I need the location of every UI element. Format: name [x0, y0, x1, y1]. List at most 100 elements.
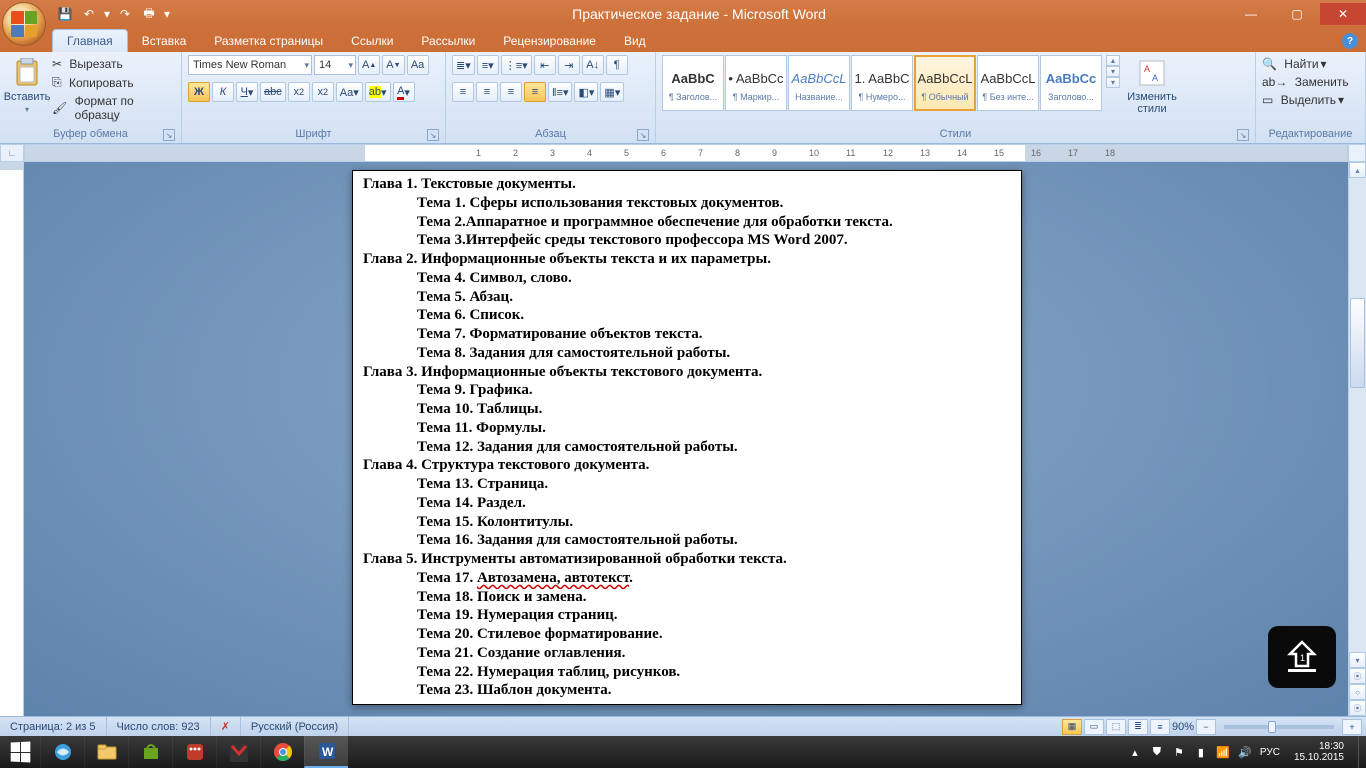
tab-view[interactable]: Вид [610, 30, 660, 52]
line-spacing-button[interactable]: ‖≡▾ [548, 82, 572, 102]
undo-icon[interactable]: ↶ [80, 5, 98, 23]
zoom-level[interactable]: 90% [1172, 721, 1194, 733]
shading-button[interactable]: ◧▾ [574, 82, 598, 102]
ruler-toggle[interactable] [1348, 144, 1366, 162]
quick-print-icon[interactable]: 🖶 [140, 5, 158, 23]
format-painter-button[interactable]: 🖌 Формат по образцу [52, 94, 175, 122]
select-button[interactable]: ▭ Выделить▾ [1262, 93, 1344, 107]
tray-shield-icon[interactable]: ⛊ [1150, 745, 1164, 759]
next-page-button[interactable]: ⦿ [1349, 700, 1366, 716]
taskbar-explorer[interactable] [84, 736, 128, 768]
align-center-button[interactable]: ≡ [476, 82, 498, 102]
view-outline[interactable]: ≣ [1128, 719, 1148, 735]
align-left-button[interactable]: ≡ [452, 82, 474, 102]
bullets-button[interactable]: ≣▾ [452, 55, 475, 75]
shrink-font-button[interactable]: A▼ [382, 55, 404, 75]
italic-button[interactable]: К [212, 82, 234, 102]
style-item-1[interactable]: • AaBbCc¶ Маркир... [725, 55, 787, 111]
style-item-0[interactable]: AaBbC¶ Заголов... [662, 55, 724, 111]
document-page[interactable]: Глава 1. Текстовые документы.Тема 1. Сфе… [352, 170, 1022, 705]
view-full-screen[interactable]: ▭ [1084, 719, 1104, 735]
zoom-out-button[interactable]: − [1196, 719, 1216, 735]
view-draft[interactable]: ≡ [1150, 719, 1170, 735]
justify-button[interactable]: ≡ [524, 82, 546, 102]
underline-button[interactable]: Ч▾ [236, 82, 258, 102]
tray-network-icon[interactable]: 📶 [1216, 745, 1230, 759]
superscript-button[interactable]: x2 [312, 82, 334, 102]
view-print-layout[interactable]: ▦ [1062, 719, 1082, 735]
tray-chevron-icon[interactable]: ▴ [1128, 745, 1142, 759]
status-proofing[interactable]: ✗ [211, 717, 241, 736]
tab-selector[interactable]: ∟ [0, 144, 24, 162]
document-text[interactable]: Глава 1. Текстовые документы.Тема 1. Сфе… [352, 170, 1022, 705]
status-word-count[interactable]: Число слов: 923 [107, 717, 211, 736]
taskbar-chrome[interactable] [260, 736, 304, 768]
font-size-combo[interactable]: 14 [314, 55, 356, 75]
scroll-down-button[interactable]: ▾ [1349, 652, 1366, 668]
zoom-in-button[interactable]: + [1342, 719, 1362, 735]
scroll-up-button[interactable]: ▴ [1349, 162, 1366, 178]
font-dialog-launcher[interactable]: ↘ [427, 129, 439, 141]
clear-formatting-button[interactable]: Aa [407, 55, 429, 75]
grow-font-button[interactable]: A▲ [358, 55, 380, 75]
help-icon[interactable]: ? [1342, 33, 1358, 49]
replace-button[interactable]: ab→ Заменить [1262, 75, 1349, 89]
browse-object-button[interactable]: ○ [1349, 684, 1366, 700]
maximize-button[interactable]: ▢ [1274, 3, 1320, 25]
zoom-thumb[interactable] [1268, 721, 1276, 733]
zoom-slider[interactable] [1224, 725, 1334, 729]
redo-icon[interactable]: ↷ [116, 5, 134, 23]
copy-button[interactable]: ⎘ Копировать [52, 75, 175, 90]
taskbar-app-pdf[interactable] [216, 736, 260, 768]
vertical-scrollbar[interactable]: ▴ ▾ ⦿ ○ ⦿ [1348, 162, 1366, 716]
upload-overlay-icon[interactable]: 1 [1268, 626, 1336, 688]
styles-dialog-launcher[interactable]: ↘ [1237, 129, 1249, 141]
tray-language[interactable]: РУС [1260, 747, 1280, 758]
tray-battery-icon[interactable]: ▮ [1194, 745, 1208, 759]
tab-mailings[interactable]: Рассылки [407, 30, 489, 52]
tab-page-layout[interactable]: Разметка страницы [200, 30, 337, 52]
taskbar-ie[interactable] [40, 736, 84, 768]
clipboard-dialog-launcher[interactable]: ↘ [163, 129, 175, 141]
document-viewport[interactable]: Глава 1. Текстовые документы.Тема 1. Сфе… [24, 162, 1348, 716]
vertical-ruler[interactable] [0, 162, 24, 716]
subscript-button[interactable]: x2 [288, 82, 310, 102]
prev-page-button[interactable]: ⦿ [1349, 668, 1366, 684]
styles-gallery-scroll[interactable]: ▴▾▾ [1106, 55, 1120, 88]
office-button[interactable] [2, 2, 46, 46]
borders-button[interactable]: ▦▾ [600, 82, 624, 102]
decrease-indent-button[interactable]: ⇤ [534, 55, 556, 75]
tray-flag-icon[interactable]: ⚑ [1172, 745, 1186, 759]
start-button[interactable] [0, 736, 40, 768]
status-language[interactable]: Русский (Россия) [241, 717, 349, 736]
align-right-button[interactable]: ≡ [500, 82, 522, 102]
style-item-4[interactable]: AaBbCcL¶ Обычный [914, 55, 976, 111]
save-icon[interactable]: 💾 [56, 5, 74, 23]
close-button[interactable]: ✕ [1320, 3, 1366, 25]
paste-button[interactable]: Вставить ▾ [6, 55, 48, 116]
find-button[interactable]: 🔍 Найти▾ [1262, 57, 1327, 71]
numbering-button[interactable]: ≡▾ [477, 55, 499, 75]
sort-button[interactable]: A↓ [582, 55, 604, 75]
multilevel-list-button[interactable]: ⋮≡▾ [501, 55, 532, 75]
scroll-track[interactable] [1349, 178, 1366, 652]
change-case-button[interactable]: Aa▾ [336, 82, 363, 102]
style-item-5[interactable]: AaBbCcL¶ Без инте... [977, 55, 1039, 111]
tab-insert[interactable]: Вставка [128, 30, 201, 52]
increase-indent-button[interactable]: ⇥ [558, 55, 580, 75]
strikethrough-button[interactable]: abc [260, 82, 286, 102]
bold-button[interactable]: Ж [188, 82, 210, 102]
taskbar-app-red[interactable] [172, 736, 216, 768]
scroll-thumb[interactable] [1350, 298, 1365, 388]
style-item-6[interactable]: AaBbCcЗаголово... [1040, 55, 1102, 111]
minimize-button[interactable]: — [1228, 3, 1274, 25]
tab-references[interactable]: Ссылки [337, 30, 407, 52]
taskbar-word[interactable]: W [304, 736, 348, 768]
font-name-combo[interactable]: Times New Roman [188, 55, 312, 75]
show-desktop-button[interactable] [1358, 736, 1364, 768]
horizontal-ruler[interactable]: 123456789101112131415161718 [24, 144, 1348, 162]
tray-volume-icon[interactable]: 🔊 [1238, 745, 1252, 759]
cut-button[interactable]: ✂ Вырезать [52, 57, 175, 71]
taskbar-store[interactable] [128, 736, 172, 768]
show-marks-button[interactable]: ¶ [606, 55, 628, 75]
